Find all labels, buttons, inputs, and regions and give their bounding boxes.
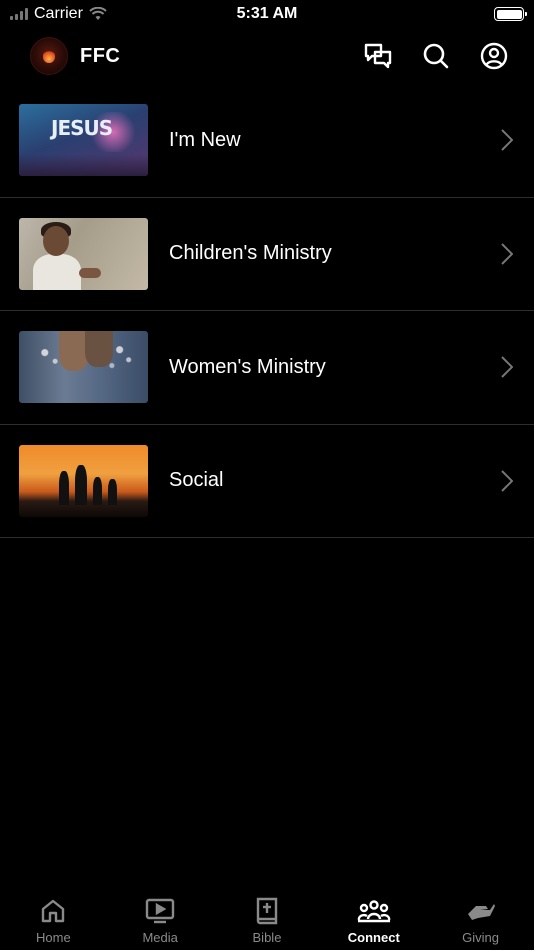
social-thumbnail [19, 444, 148, 517]
tab-label: Connect [347, 930, 400, 945]
battery-fill [496, 9, 522, 19]
im-new-thumbnail: JESUS [19, 104, 148, 177]
home-icon [40, 896, 66, 926]
list-item-womens-ministry[interactable]: Women's Ministry [0, 311, 534, 425]
connect-list: JESUS I'm New Children's Ministry Women'… [0, 84, 534, 538]
profile-icon[interactable] [480, 42, 508, 70]
status-bar: Carrier 5:31 AM [0, 0, 534, 28]
carrier-label: Carrier [34, 5, 83, 22]
list-item-label: Children's Ministry [169, 242, 332, 265]
play-icon [145, 896, 175, 926]
status-left: Carrier [10, 5, 107, 23]
list-item-childrens-ministry[interactable]: Children's Ministry [0, 198, 534, 311]
tab-connect[interactable]: Connect [321, 896, 427, 945]
tab-label: Bible [252, 930, 282, 945]
tab-bar: Home Media Bible Connect Giving [0, 888, 534, 950]
app-title: FFC [80, 44, 121, 67]
tab-bible[interactable]: Bible [214, 896, 320, 945]
people-icon [357, 896, 391, 926]
tab-label: Giving [462, 930, 499, 945]
wifi-icon [89, 7, 107, 21]
chevron-right-icon [500, 469, 514, 493]
list-item-im-new[interactable]: JESUS I'm New [0, 84, 534, 198]
childrens-ministry-thumbnail [19, 217, 148, 290]
church-logo[interactable] [30, 37, 68, 75]
list-item-label: I'm New [169, 128, 241, 151]
thumbnail-text: JESUS [51, 116, 113, 141]
tab-label: Home [36, 930, 71, 945]
chevron-right-icon [500, 355, 514, 379]
app-header: FFC [0, 28, 534, 84]
list-item-social[interactable]: Social [0, 425, 534, 538]
flame-icon [43, 49, 55, 63]
tab-giving[interactable]: Giving [428, 896, 534, 945]
giving-hand-icon [466, 896, 496, 926]
tab-label: Media [142, 930, 178, 945]
signal-icon [10, 8, 28, 20]
list-item-label: Women's Ministry [169, 355, 326, 378]
chevron-right-icon [500, 242, 514, 266]
battery-icon [494, 7, 527, 21]
chevron-right-icon [500, 128, 514, 152]
chat-bubbles-icon[interactable] [364, 42, 392, 70]
womens-ministry-thumbnail [19, 331, 148, 404]
header-actions [364, 42, 508, 70]
list-item-label: Social [169, 469, 224, 492]
screen: Carrier 5:31 AM FFC JESUS I'm New Childr… [0, 0, 534, 950]
search-icon[interactable] [422, 42, 450, 70]
tab-media[interactable]: Media [107, 896, 213, 945]
tab-home[interactable]: Home [0, 896, 106, 945]
bible-icon [255, 896, 279, 926]
